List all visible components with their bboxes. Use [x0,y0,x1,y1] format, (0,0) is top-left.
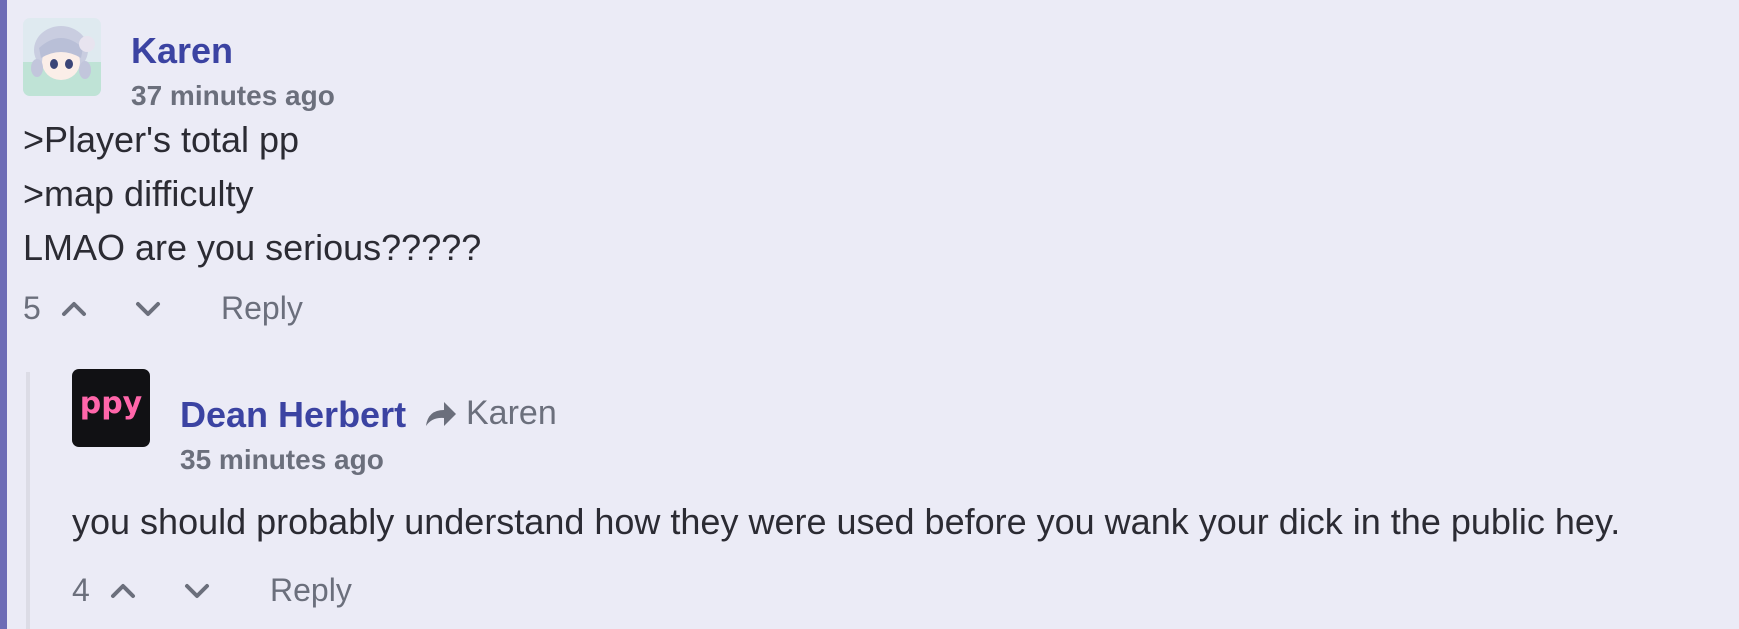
comment-body-line: >map difficulty [23,173,254,214]
downvote-button[interactable] [131,292,165,326]
comment-actions: 5 Reply [23,290,303,327]
comment-actions: 4 Reply [72,572,352,609]
comment-body: >Player's total pp >map difficulty LMAO … [23,113,481,275]
reply-button[interactable]: Reply [221,290,303,327]
avatar[interactable] [23,18,101,96]
chevron-up-icon [62,301,86,316]
comment-author[interactable]: Karen [131,30,233,72]
upvote-button[interactable] [106,574,140,608]
comment-author[interactable]: Dean Herbert [180,394,406,436]
avatar[interactable]: ppy [72,369,150,447]
chevron-up-icon [111,583,135,598]
reply-arrow-icon [426,401,456,426]
upvote-button[interactable] [57,292,91,326]
thread-indicator-bar [0,0,7,629]
comment-body-line: >Player's total pp [23,119,300,160]
reply-target[interactable]: Karen [422,394,557,433]
comment-body-line: you should probably understand how they … [72,501,1621,542]
reply-target-name: Karen [466,394,557,432]
comment-timestamp: 37 minutes ago [131,80,335,111]
vote-score: 4 [72,572,90,608]
avatar-logo-text: ppy [80,386,143,421]
ppy-logo-avatar-icon: ppy [72,369,150,447]
reply-button[interactable]: Reply [270,572,352,609]
comment-body: you should probably understand how they … [72,495,1620,549]
comment-timestamp: 35 minutes ago [180,444,384,475]
vote-score: 5 [23,290,41,326]
anime-girl-avatar-icon [23,18,101,96]
comment-body-line: LMAO are you serious????? [23,227,482,268]
chevron-down-icon [136,301,160,316]
chevron-down-icon [185,583,209,598]
downvote-button[interactable] [180,574,214,608]
reply-indent-bar [26,372,30,629]
